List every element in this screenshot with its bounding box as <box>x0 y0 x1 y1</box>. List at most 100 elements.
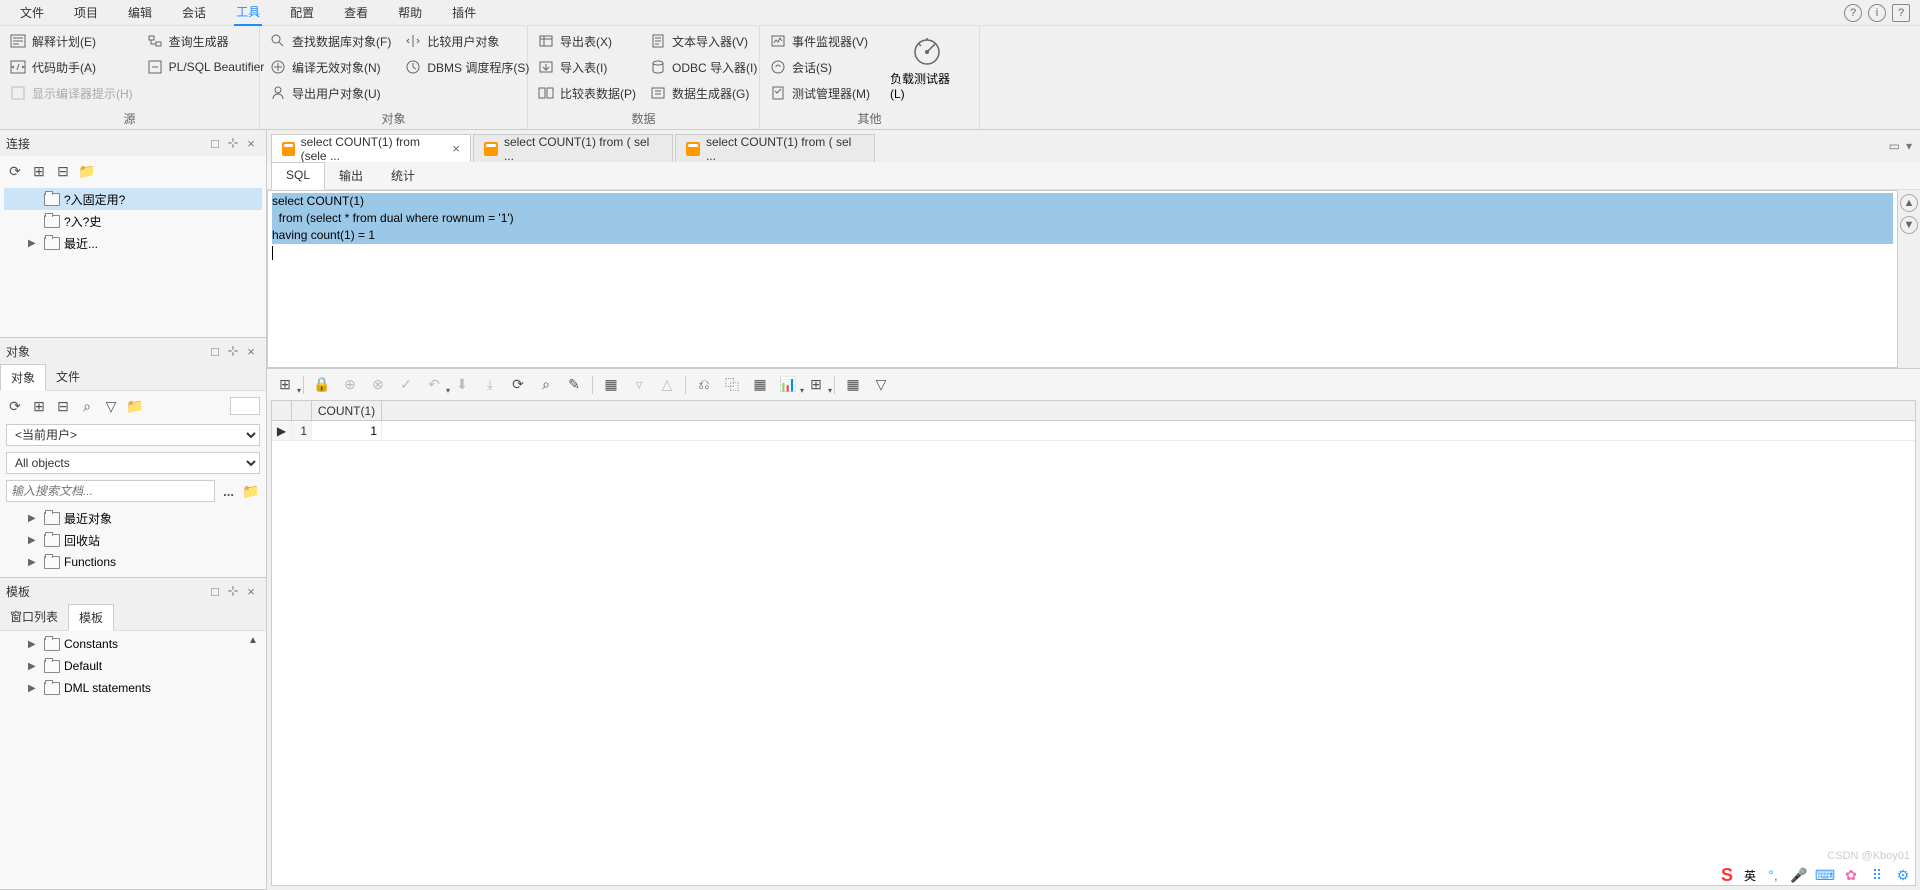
grid-icon[interactable]: ⊞▾ <box>275 375 295 395</box>
col-header[interactable]: COUNT(1) <box>312 401 382 420</box>
link-icon[interactable]: ⎌ <box>694 375 714 395</box>
maximize-icon[interactable]: □ <box>206 136 224 151</box>
compare-table-data-button[interactable]: 比较表数据(P) <box>538 82 636 104</box>
search-icon[interactable]: ⌕ <box>78 397 96 415</box>
find-db-objects-button[interactable]: 查找数据库对象(F) <box>270 30 391 52</box>
tree-item[interactable]: ▶最近对象 <box>4 507 262 529</box>
layout-icon[interactable]: ⊞▾ <box>806 375 826 395</box>
nav-icon[interactable]: ▿ <box>629 375 649 395</box>
punctuation-icon[interactable]: °, <box>1764 866 1782 884</box>
expand-down-icon[interactable]: ▼ <box>1900 216 1918 234</box>
table-icon[interactable]: ▦ <box>843 375 863 395</box>
tree-item[interactable]: ▶Constants <box>4 633 262 655</box>
refresh-icon[interactable]: ⟳ <box>6 397 24 415</box>
ime-icon[interactable]: S <box>1718 866 1736 884</box>
export-icon[interactable]: ▦ <box>750 375 770 395</box>
objects-tab[interactable]: 对象 <box>0 364 46 391</box>
expand-up-icon[interactable]: ▲ <box>1900 194 1918 212</box>
copy-icon[interactable]: ⿻ <box>722 375 742 395</box>
lock-icon[interactable]: 🔒 <box>312 375 332 395</box>
menu-plugin[interactable]: 插件 <box>450 0 478 25</box>
menu-view[interactable]: 查看 <box>342 0 370 25</box>
about-icon[interactable]: ? <box>1892 4 1910 22</box>
data-generator-button[interactable]: 数据生成器(G) <box>650 82 757 104</box>
gear-icon[interactable]: ⚙ <box>1894 866 1912 884</box>
commit-icon[interactable]: ✓ <box>396 375 416 395</box>
add-icon[interactable]: ⊞ <box>30 162 48 180</box>
close-icon[interactable]: × <box>452 141 460 156</box>
mic-icon[interactable]: 🎤 <box>1790 866 1808 884</box>
test-manager-button[interactable]: 测试管理器(M) <box>770 82 870 104</box>
session-button[interactable]: 会话(S) <box>770 56 870 78</box>
edit-icon[interactable]: ✎ <box>564 375 584 395</box>
new-folder-icon[interactable]: 📁 <box>242 482 260 500</box>
menu-help[interactable]: 帮助 <box>396 0 424 25</box>
pin-icon[interactable]: ⊹ <box>224 135 242 151</box>
tree-item[interactable]: ▶最近... <box>4 232 262 254</box>
type-select[interactable]: All objects <box>6 452 260 474</box>
chevron-down-icon[interactable]: ▾ <box>1906 139 1912 153</box>
delete-row-icon[interactable]: ⊗ <box>368 375 388 395</box>
tree-item[interactable]: ?入?史 <box>4 210 262 232</box>
cell[interactable]: 1 <box>312 421 382 440</box>
keyboard-icon[interactable]: ⌨ <box>1816 866 1834 884</box>
fetch-next-icon[interactable]: ⬇ <box>452 375 472 395</box>
find-icon[interactable]: ⌕ <box>536 375 556 395</box>
scroll-up-icon[interactable]: ▲ <box>244 631 262 649</box>
single-record-icon[interactable]: ▦ <box>601 375 621 395</box>
tree-item[interactable]: ▶回收站 <box>4 529 262 551</box>
export-user-objects-button[interactable]: 导出用户对象(U) <box>270 82 391 104</box>
remove-icon[interactable]: ⊟ <box>54 397 72 415</box>
window-list-tab[interactable]: 窗口列表 <box>0 604 68 630</box>
menu-edit[interactable]: 编辑 <box>126 0 154 25</box>
editor-tab[interactable]: select COUNT(1) from ( sel ... <box>473 134 673 162</box>
remove-icon[interactable]: ⊟ <box>54 162 72 180</box>
col-rownum[interactable] <box>292 401 312 420</box>
rollback-icon[interactable]: ↶▾ <box>424 375 444 395</box>
explain-plan-button[interactable]: 解释计划(E) <box>10 30 133 52</box>
menu-session[interactable]: 会话 <box>180 0 208 25</box>
menu-config[interactable]: 配置 <box>288 0 316 25</box>
beautifier-button[interactable]: PL/SQL Beautifier <box>147 56 265 78</box>
event-monitor-button[interactable]: 事件监视器(V) <box>770 30 870 52</box>
maximize-icon[interactable]: □ <box>206 344 224 359</box>
tree-item[interactable]: ▶Default <box>4 655 262 677</box>
pin-icon[interactable]: ⊹ <box>224 343 242 359</box>
add-row-icon[interactable]: ⊕ <box>340 375 360 395</box>
query-builder-button[interactable]: 查询生成器 <box>147 30 265 52</box>
export-tables-button[interactable]: 导出表(X) <box>538 30 636 52</box>
editor-tab[interactable]: select COUNT(1) from ( sel ... <box>675 134 875 162</box>
sql-tab[interactable]: SQL <box>271 162 325 190</box>
info-icon[interactable]: i <box>1868 4 1886 22</box>
close-icon[interactable]: × <box>242 584 260 599</box>
text-importer-button[interactable]: 文本导入器(V) <box>650 30 757 52</box>
stats-tab[interactable]: 统计 <box>377 162 429 189</box>
menu-tools[interactable]: 工具 <box>234 0 262 26</box>
templates-tab[interactable]: 模板 <box>68 604 114 631</box>
emoji-icon[interactable]: ✿ <box>1842 866 1860 884</box>
apps-icon[interactable]: ⠿ <box>1868 866 1886 884</box>
help-icon[interactable]: ? <box>1844 4 1862 22</box>
import-tables-button[interactable]: 导入表(I) <box>538 56 636 78</box>
table-row[interactable]: ▶ 1 1 <box>272 421 1915 441</box>
menu-project[interactable]: 项目 <box>72 0 100 25</box>
odbc-importer-button[interactable]: ODBC 导入器(I) <box>650 56 757 78</box>
close-icon[interactable]: × <box>242 136 260 151</box>
ime-label[interactable]: 英 <box>1744 867 1756 884</box>
load-tester-button[interactable]: 负载测试器(L) <box>884 30 969 108</box>
compile-invalid-button[interactable]: 编译无效对象(N) <box>270 56 391 78</box>
code-assistant-button[interactable]: 代码助手(A) <box>10 56 133 78</box>
folder-icon[interactable]: 📁 <box>126 397 144 415</box>
output-tab[interactable]: 输出 <box>325 162 377 189</box>
editor-tab[interactable]: select COUNT(1) from (sele ...× <box>271 134 471 162</box>
search-input[interactable] <box>6 480 215 502</box>
filter-icon[interactable]: ▽ <box>871 375 891 395</box>
sql-editor[interactable]: select COUNT(1) from (select * from dual… <box>267 190 1898 368</box>
tree-item[interactable]: ▶DML statements <box>4 677 262 699</box>
close-icon[interactable]: × <box>242 344 260 359</box>
tree-item[interactable]: ▶Functions <box>4 551 262 573</box>
maximize-icon[interactable]: □ <box>206 584 224 599</box>
fetch-all-icon[interactable]: ⤓ <box>480 375 500 395</box>
compare-user-objects-button[interactable]: 比较用户对象 <box>405 30 529 52</box>
pin-icon[interactable]: ⊹ <box>224 583 242 599</box>
